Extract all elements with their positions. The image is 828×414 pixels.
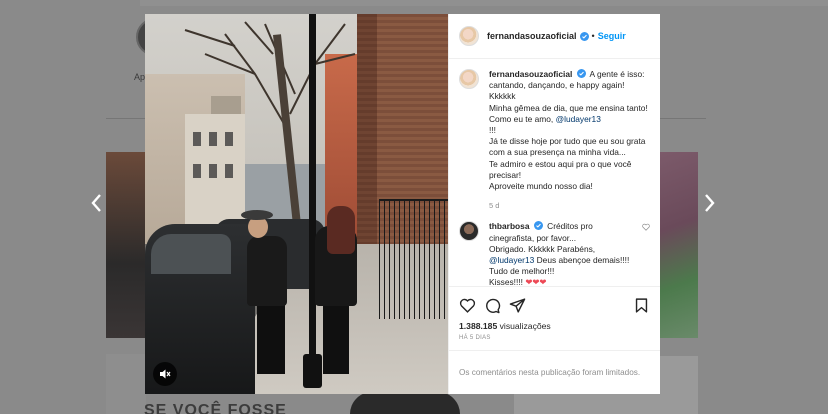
caption-username[interactable]: fernandasouzaoficial (489, 69, 572, 79)
video-person-hair (327, 206, 355, 254)
post-header: fernandasouzaoficial • Seguir (449, 14, 660, 59)
video-person (323, 299, 349, 374)
post-date[interactable]: HÁ 5 DIAS (459, 335, 650, 341)
comment-icon[interactable] (484, 297, 501, 314)
view-count-label: visualizações (499, 321, 551, 331)
heart-icon[interactable] (459, 297, 476, 314)
post-sidebar: fernandasouzaoficial • Seguir fernandaso… (448, 14, 660, 394)
comment-text: @ludayer13 Deus abençoe demais!!!! Tudo … (489, 255, 638, 277)
avatar[interactable] (459, 221, 479, 242)
video-lamp-post (309, 14, 316, 386)
follow-button[interactable]: Seguir (598, 31, 626, 41)
video-person (247, 236, 287, 306)
avatar[interactable] (459, 69, 479, 89)
background-post-tile (106, 354, 146, 414)
comment-text: Kisses!!!! ❤❤❤ (489, 277, 638, 286)
comments-limited-notice: Os comentários nesta publicação foram li… (449, 350, 660, 394)
verified-badge-icon (579, 31, 589, 41)
comment-like-icon[interactable] (642, 223, 650, 232)
caption-timestamp[interactable]: 5 d (489, 200, 650, 211)
video-car-window (151, 234, 231, 274)
speaker-mute-icon (160, 369, 171, 379)
caption-text: Já te disse hoje por tudo que eu sou gra… (489, 136, 646, 158)
video-person (257, 299, 285, 374)
background-post-tile (106, 152, 146, 338)
comment-text: Kisses!!!! (489, 277, 523, 286)
post-actions: 1.388.185 visualizações HÁ 5 DIAS (449, 286, 660, 350)
comment-body: thbarbosa Créditos pro cinegrafista, por… (489, 221, 638, 286)
next-post-button[interactable] (700, 190, 720, 216)
comment-username[interactable]: thbarbosa (489, 221, 530, 231)
avatar[interactable] (459, 26, 479, 46)
background-post-tile (350, 392, 460, 414)
share-icon[interactable] (509, 297, 526, 314)
comment-body: fernandasouzaoficial A gente é isso: can… (489, 69, 650, 211)
caption-comment: fernandasouzaoficial A gente é isso: can… (459, 69, 650, 211)
view-count-number: 1.388.185 (459, 321, 498, 331)
background-caption: SE VOCÊ FOSSE (144, 402, 287, 414)
background-header (140, 0, 828, 6)
post-username[interactable]: fernandasouzaoficial (487, 31, 577, 41)
background-profile-label: Ap (134, 72, 146, 82)
verified-badge-icon (533, 221, 543, 231)
chevron-right-icon (705, 194, 715, 212)
verified-badge-icon (576, 69, 586, 78)
comment-item: thbarbosa Créditos pro cinegrafista, por… (459, 221, 650, 286)
post-video[interactable] (145, 14, 448, 394)
background-post-tile (660, 152, 698, 338)
video-lamp-base (303, 354, 322, 388)
caption-text: !!! (489, 125, 496, 136)
action-icons (459, 293, 650, 317)
mention-link[interactable]: @ludayer13 (489, 255, 534, 265)
caption-text: Minha gêmea de dia, que me ensina tanto!… (489, 103, 650, 125)
caption-text: Te admiro e estou aqui pra o que você pr… (489, 158, 632, 180)
mention-link[interactable]: @ludayer13 (556, 114, 601, 124)
view-count[interactable]: 1.388.185 visualizações (459, 321, 650, 331)
caption-text: Aproveite mundo nosso dia! (489, 181, 593, 192)
bookmark-icon[interactable] (633, 297, 650, 314)
previous-post-button[interactable] (86, 190, 106, 216)
video-person-hat (241, 210, 273, 220)
comments-list[interactable]: fernandasouzaoficial A gente é isso: can… (449, 59, 660, 286)
heart-emojis: ❤❤❤ (525, 277, 547, 286)
chevron-left-icon (91, 194, 101, 212)
mute-button[interactable] (153, 362, 177, 386)
comment-text: Obrigado. Kkkkkk Parabéns, (489, 243, 596, 254)
video-railing (379, 199, 448, 319)
separator-dot: • (591, 31, 595, 41)
post-modal: fernandasouzaoficial • Seguir fernandaso… (145, 14, 660, 394)
